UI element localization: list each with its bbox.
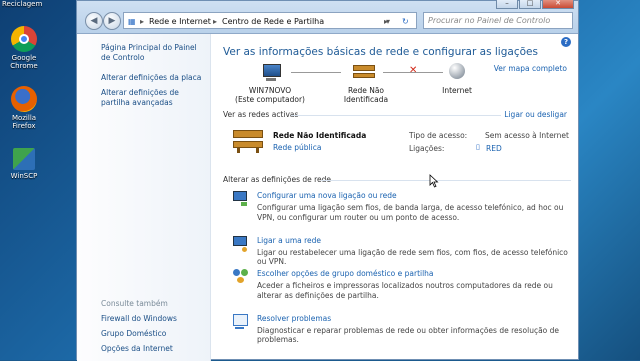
search-input[interactable]: Procurar no Painel de Controlo bbox=[423, 12, 573, 29]
close-button[interactable]: ✕ bbox=[542, 0, 574, 9]
back-button[interactable]: ◀ bbox=[85, 12, 103, 30]
address-dropdown-icon[interactable]: ▾ bbox=[386, 13, 390, 30]
sidebar-link-homegroup[interactable]: Grupo Doméstico bbox=[101, 329, 207, 339]
chrome-desktop-icon[interactable]: Google Chrome bbox=[2, 26, 46, 70]
active-network-bench-icon bbox=[233, 130, 263, 153]
folder-icon: ▦ bbox=[128, 17, 136, 26]
firefox-icon bbox=[11, 86, 37, 112]
active-networks-heading: Ver as redes activas bbox=[223, 110, 299, 119]
task-homegroup-desc: Aceder a ficheiros e impressoras localiz… bbox=[257, 281, 553, 300]
connections-label: Ligações: bbox=[409, 144, 445, 153]
window-controls: – □ ✕ bbox=[495, 0, 574, 9]
chrome-label-2: Chrome bbox=[10, 62, 38, 70]
task-setup-connection-link[interactable]: Configurar uma nova ligação ou rede bbox=[257, 191, 397, 200]
active-network-name: Rede Não Identificada bbox=[273, 131, 367, 140]
window-titlebar: – □ ✕ ◀ ▶ ▦ ▸ Rede e Internet ▸ Centro d… bbox=[77, 0, 578, 34]
access-type-value: Sem acesso à Internet bbox=[485, 131, 569, 140]
refresh-icon[interactable]: ↻ bbox=[402, 13, 409, 30]
breadcrumb-sep-2: ▸ bbox=[213, 17, 218, 26]
task-homegroup-link[interactable]: Escolher opções de grupo doméstico e par… bbox=[257, 269, 434, 278]
firefox-label-1: Mozilla bbox=[11, 114, 37, 122]
address-bar[interactable]: ▦ ▸ Rede e Internet ▸ Centro de Rede e P… bbox=[123, 12, 417, 29]
map-computer-name: WIN7NOVO bbox=[248, 86, 292, 95]
winscp-label: WinSCP bbox=[10, 172, 38, 180]
connect-disconnect-link[interactable]: Ligar ou desligar bbox=[504, 110, 567, 119]
winscp-desktop-icon[interactable]: WinSCP bbox=[2, 148, 46, 180]
chrome-icon bbox=[11, 26, 37, 52]
map-network-label: Rede Não Identificada bbox=[343, 86, 389, 104]
minimize-button[interactable]: – bbox=[496, 0, 518, 9]
broken-link-icon: ✕ bbox=[409, 65, 418, 76]
wired-connection-icon: ▯ bbox=[476, 143, 480, 151]
task-connect-network-desc: Ligar ou restabelecer uma ligação de red… bbox=[257, 248, 568, 266]
winscp-icon bbox=[13, 148, 35, 170]
firefox-label-2: Firefox bbox=[12, 122, 36, 130]
connection-red-link[interactable]: RED bbox=[486, 144, 502, 153]
sidebar-link-control-panel-home[interactable]: Página Principal do Painel de Controlo bbox=[101, 43, 207, 63]
sidebar-link-firewall[interactable]: Firewall do Windows bbox=[101, 314, 207, 324]
homegroup-icon bbox=[233, 269, 249, 283]
new-connection-icon bbox=[233, 191, 249, 206]
sidebar-link-internet-options[interactable]: Opções da Internet bbox=[101, 344, 207, 354]
sidebar: Página Principal do Painel de Controlo A… bbox=[77, 34, 211, 361]
breadcrumb-centro-rede[interactable]: Centro de Rede e Partilha bbox=[222, 13, 324, 30]
breadcrumb-sep-1: ▸ bbox=[140, 17, 145, 26]
task-connect-network-link[interactable]: Ligar a uma rede bbox=[257, 236, 321, 245]
divider-change bbox=[321, 180, 571, 181]
breadcrumb-rede-internet[interactable]: Rede e Internet bbox=[149, 13, 211, 30]
recycle-bin-label: Reciclagem bbox=[2, 0, 43, 8]
chrome-label-1: Google bbox=[11, 54, 37, 62]
page-title: Ver as informações básicas de rede e con… bbox=[223, 46, 538, 58]
divider-active bbox=[291, 115, 501, 116]
firefox-desktop-icon[interactable]: Mozilla Firefox bbox=[2, 86, 46, 130]
map-internet-label: Internet bbox=[442, 86, 472, 95]
forward-button[interactable]: ▶ bbox=[103, 12, 121, 30]
view-full-map-link[interactable]: Ver mapa completo bbox=[494, 64, 567, 73]
computer-icon bbox=[259, 64, 283, 81]
bench-network-icon bbox=[353, 65, 375, 79]
maximize-button[interactable]: □ bbox=[519, 0, 541, 9]
globe-icon bbox=[449, 63, 465, 79]
task-setup-connection-desc: Configurar uma ligação sem fios, de band… bbox=[257, 203, 564, 222]
connect-network-icon bbox=[233, 236, 249, 252]
active-network-type-link[interactable]: Rede pública bbox=[273, 143, 321, 152]
change-settings-heading: Alterar as definições de rede bbox=[223, 175, 332, 184]
map-line-1 bbox=[291, 72, 341, 73]
task-troubleshoot-link[interactable]: Resolver problemas bbox=[257, 314, 331, 323]
mouse-cursor-icon bbox=[429, 174, 439, 188]
task-troubleshoot-desc: Diagnosticar e reparar problemas de rede… bbox=[257, 326, 560, 344]
map-computer-sub: (Este computador) bbox=[235, 95, 305, 104]
troubleshoot-icon bbox=[233, 314, 249, 329]
network-center-window: – □ ✕ ◀ ▶ ▦ ▸ Rede e Internet ▸ Centro d… bbox=[76, 0, 579, 361]
sidebar-link-adapter-settings[interactable]: Alterar definições da placa bbox=[101, 73, 207, 83]
see-also-heading: Consulte também bbox=[101, 299, 168, 308]
help-icon[interactable]: ? bbox=[561, 37, 571, 47]
access-type-label: Tipo de acesso: bbox=[409, 131, 468, 140]
main-content: ? Ver as informações básicas de rede e c… bbox=[211, 34, 577, 361]
sidebar-link-advanced-sharing[interactable]: Alterar definições de partilha avançadas bbox=[101, 88, 207, 108]
